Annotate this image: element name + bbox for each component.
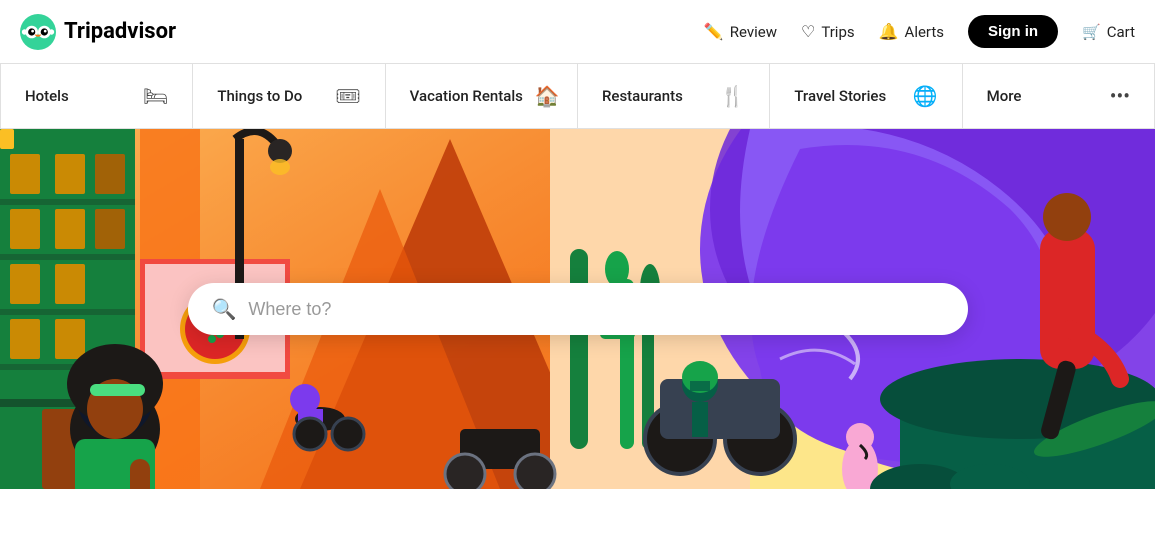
alerts-label: Alerts xyxy=(905,23,945,41)
tab-things-to-do-label: Things to Do xyxy=(217,87,302,105)
tab-vacation-rentals-label: Vacation Rentals xyxy=(410,87,523,105)
tab-more[interactable]: More ••• xyxy=(963,64,1155,128)
tab-things-to-do-icon: 🎟 xyxy=(335,84,360,108)
header-nav: ✏️ Review ♡ Trips 🔔 Alerts Sign in 🛒 Car… xyxy=(704,15,1135,48)
signin-button[interactable]: Sign in xyxy=(968,15,1058,48)
search-input[interactable] xyxy=(248,299,943,320)
tab-restaurants-label: Restaurants xyxy=(602,87,683,105)
tab-hotels-label: Hotels xyxy=(25,87,69,105)
tab-travel-stories[interactable]: Travel Stories 🌐 xyxy=(770,64,962,128)
tab-restaurants[interactable]: Restaurants 🍴 xyxy=(578,64,770,128)
alerts-icon: 🔔 xyxy=(879,22,899,41)
tab-hotels[interactable]: Hotels 🛏 xyxy=(0,64,193,128)
header: Tripadvisor ✏️ Review ♡ Trips 🔔 Alerts S… xyxy=(0,0,1155,64)
cart-nav-item[interactable]: 🛒 Cart xyxy=(1082,23,1135,41)
tab-travel-stories-label: Travel Stories xyxy=(794,87,886,105)
tab-more-label: More xyxy=(987,87,1022,105)
trips-nav-item[interactable]: ♡ Trips xyxy=(801,22,855,41)
logo[interactable]: Tripadvisor xyxy=(20,14,176,50)
cart-icon: 🛒 xyxy=(1082,23,1101,41)
logo-text: Tripadvisor xyxy=(64,19,176,44)
alerts-nav-item[interactable]: 🔔 Alerts xyxy=(879,22,944,41)
tab-things-to-do[interactable]: Things to Do 🎟 xyxy=(193,64,385,128)
tab-more-icon: ••• xyxy=(1110,84,1130,108)
tab-restaurants-icon: 🍴 xyxy=(720,84,745,108)
tab-hotels-icon: 🛏 xyxy=(143,84,168,108)
review-icon: ✏️ xyxy=(704,22,724,41)
category-nav: Hotels 🛏 Things to Do 🎟 Vacation Rentals… xyxy=(0,64,1155,129)
search-container: 🔍 xyxy=(188,283,968,335)
hero-section: 🔍 xyxy=(0,129,1155,489)
tab-travel-stories-icon: 🌐 xyxy=(913,84,938,108)
cart-label: Cart xyxy=(1107,23,1135,41)
tripadvisor-logo-icon xyxy=(20,14,56,50)
search-icon: 🔍 xyxy=(212,297,237,321)
tab-vacation-rentals-icon: 🏠 xyxy=(535,84,560,108)
review-label: Review xyxy=(730,23,777,41)
search-bar: 🔍 xyxy=(188,283,968,335)
trips-label: Trips xyxy=(821,23,854,41)
tab-vacation-rentals[interactable]: Vacation Rentals 🏠 xyxy=(386,64,578,128)
review-nav-item[interactable]: ✏️ Review xyxy=(704,22,777,41)
trips-icon: ♡ xyxy=(801,22,815,41)
